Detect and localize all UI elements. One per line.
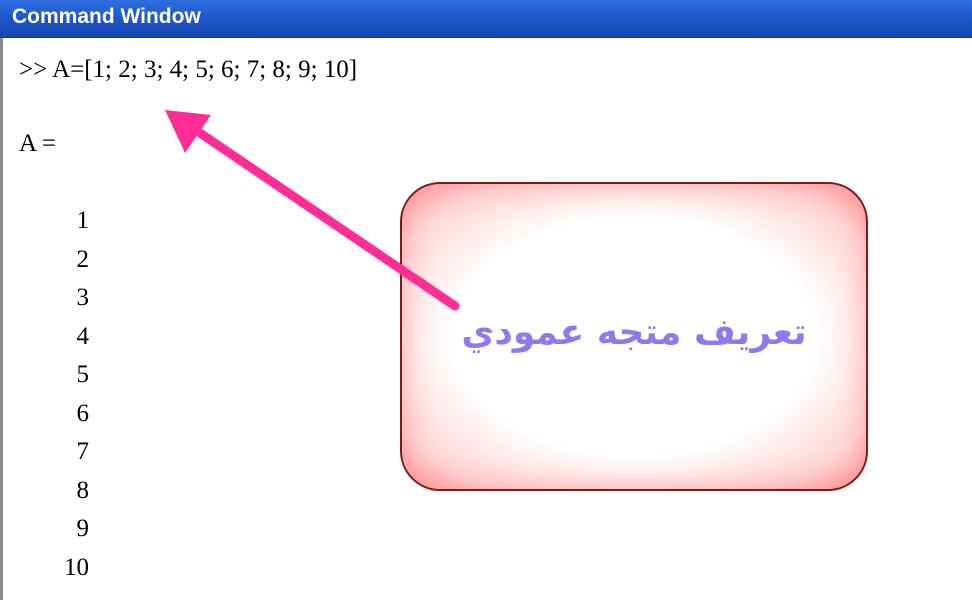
- annotation-arrow-icon: [165, 110, 460, 311]
